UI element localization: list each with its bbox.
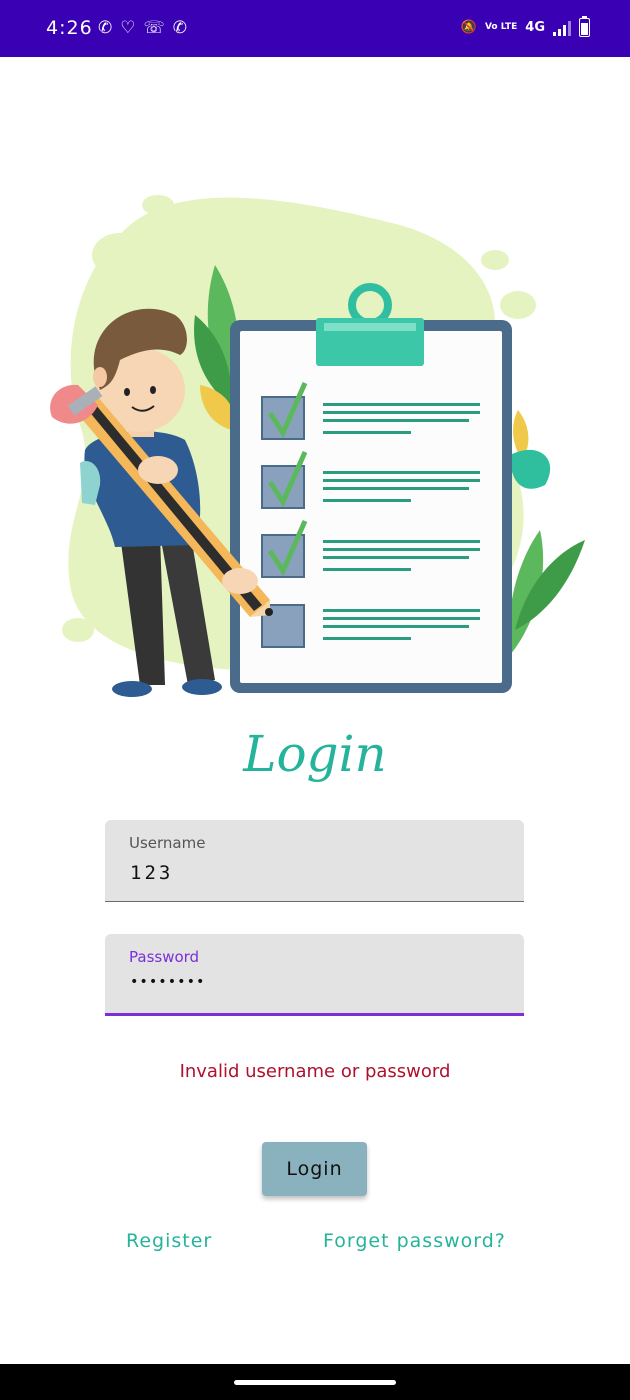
login-title: Login xyxy=(243,725,387,783)
username-field[interactable]: Username 123 xyxy=(105,820,524,902)
password-input[interactable]: •••••••• xyxy=(130,974,205,990)
navigation-bar xyxy=(0,1364,630,1400)
forget-password-link[interactable]: Forget password? xyxy=(323,1230,506,1252)
volte-label: Vo LTE xyxy=(484,22,518,32)
username-input[interactable]: 123 xyxy=(130,862,173,884)
whatsapp-icon: ✆ xyxy=(98,18,113,38)
home-gesture-bar[interactable] xyxy=(234,1380,396,1385)
background-blob xyxy=(92,233,148,277)
signal-icon xyxy=(553,20,571,36)
error-message: Invalid username or password xyxy=(179,1061,451,1082)
background-blob xyxy=(62,618,94,642)
password-label: Password xyxy=(129,948,200,966)
battery-icon xyxy=(579,16,590,37)
background-blob xyxy=(500,291,536,319)
background-blob xyxy=(142,195,174,215)
mute-icon: 🔕 xyxy=(460,20,477,35)
username-label: Username xyxy=(129,834,206,852)
checklist-illustration xyxy=(50,195,585,697)
register-link[interactable]: Register xyxy=(126,1230,212,1252)
missed-call-icon: ☏ xyxy=(143,18,165,38)
background-blob xyxy=(481,250,509,270)
network-type: 4G xyxy=(525,20,545,35)
status-time: 4:26 xyxy=(46,17,93,39)
password-field[interactable]: Password •••••••• xyxy=(105,934,524,1016)
notification-icons: ✆ ♡ ☏ ✆ xyxy=(98,17,187,39)
status-bar: 4:26 ✆ ♡ ☏ ✆ 🔕 Vo LTE 4G xyxy=(0,0,630,57)
whatsapp-icon: ✆ xyxy=(172,18,188,38)
system-status-icons: 🔕 Vo LTE 4G xyxy=(460,16,590,37)
snapchat-icon: ♡ xyxy=(120,18,136,38)
login-button[interactable]: Login xyxy=(262,1142,367,1196)
